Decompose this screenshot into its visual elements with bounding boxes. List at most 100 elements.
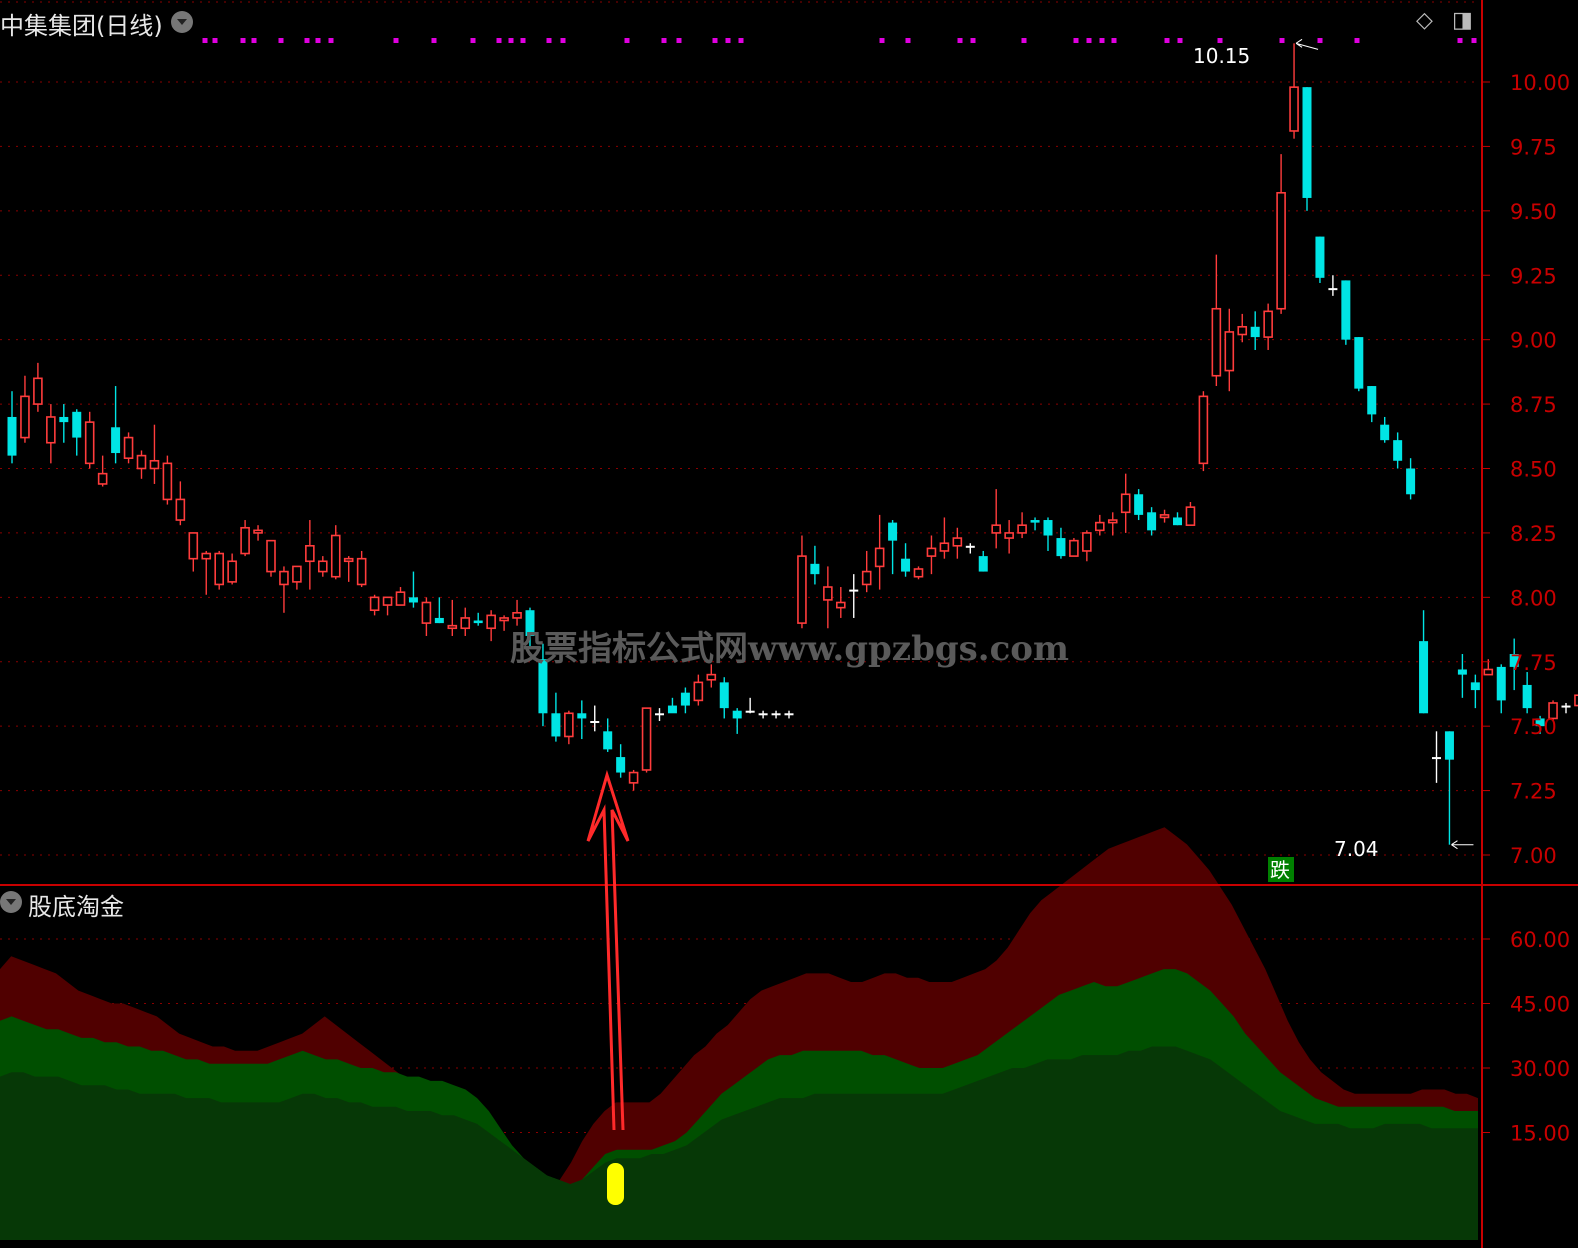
signal-dot [508, 38, 514, 43]
signal-dot [1217, 38, 1223, 43]
candle [771, 710, 781, 719]
signal-dot [315, 38, 321, 43]
candle [1302, 87, 1312, 211]
candle [926, 535, 937, 575]
candle [447, 599, 458, 636]
price-grid [0, 1, 1480, 856]
candle [590, 705, 600, 732]
signal-dot [1279, 38, 1285, 43]
arrow-up-icon [586, 769, 630, 1131]
candle [784, 710, 794, 719]
candle [1561, 702, 1571, 714]
y-tick-label: 30.00 [1510, 1057, 1570, 1081]
candle [1185, 501, 1196, 526]
indicator-areas [0, 827, 1478, 1240]
signal-dot [661, 38, 667, 43]
signal-dot [1021, 38, 1027, 43]
signal-dot [431, 38, 437, 43]
signal-dot [1317, 38, 1323, 43]
candle [460, 607, 471, 636]
candle [343, 556, 354, 582]
y-tick-label: 7.25 [1510, 780, 1557, 804]
signal-dot [1177, 38, 1183, 43]
candlesticks [7, 38, 1578, 850]
signal-dot [470, 38, 476, 43]
magenta-dots [202, 38, 1477, 43]
signal-dot [905, 38, 911, 43]
signal-dot [1471, 38, 1477, 43]
candle [874, 514, 885, 590]
y-tick-label: 60.00 [1510, 928, 1570, 952]
candle [473, 612, 483, 626]
signal-dot [1073, 38, 1079, 43]
candle [978, 550, 988, 572]
fall-badge: 跌 [1268, 857, 1294, 882]
candle [72, 409, 82, 456]
candle [7, 391, 17, 464]
signal-dot [1099, 38, 1105, 43]
signal-dot [240, 38, 246, 43]
candle [1289, 43, 1299, 139]
signal-dot [1457, 38, 1463, 43]
candle [1444, 731, 1454, 845]
candle [59, 404, 69, 443]
signal-dot [251, 38, 257, 43]
diamond-icon[interactable]: ◇ [1416, 8, 1433, 33]
candle [111, 386, 121, 464]
high-pointer [1295, 38, 1319, 50]
candle [84, 411, 95, 469]
candle [564, 710, 574, 745]
candle [939, 517, 950, 559]
signal-dot [879, 38, 885, 43]
candle [1470, 674, 1480, 709]
high-price-label: 10.15 [1193, 44, 1250, 68]
candle [499, 615, 509, 631]
fall-badge-text: 跌 [1270, 858, 1290, 882]
candle [1263, 303, 1273, 350]
candle [382, 596, 393, 616]
y-tick-label: 9.00 [1510, 329, 1557, 353]
candle [823, 566, 833, 629]
panel-toggle-icon[interactable]: ◨ [1452, 8, 1473, 33]
candle [369, 594, 380, 616]
signal-dot [1164, 38, 1170, 43]
signal-dot [1111, 38, 1117, 43]
candle [719, 677, 729, 719]
candle [356, 550, 367, 588]
y-tick-label: 8.75 [1510, 393, 1557, 417]
signal-dot [496, 38, 502, 43]
candle [227, 553, 237, 585]
candle [835, 587, 846, 618]
candle [1173, 512, 1182, 526]
signal-dot [712, 38, 718, 43]
signal-dot [560, 38, 566, 43]
candle [888, 520, 898, 575]
candle [292, 565, 302, 590]
y-tick-label: 9.50 [1510, 200, 1557, 224]
y-tick-label: 15.00 [1510, 1122, 1570, 1146]
candle [1159, 509, 1170, 523]
signal-dot [624, 38, 630, 43]
candle [1354, 337, 1364, 392]
candle [201, 550, 212, 595]
signal-dot [202, 38, 208, 43]
candle [1043, 517, 1053, 551]
candle [1419, 610, 1429, 714]
candle [1432, 731, 1441, 783]
signal-dot [725, 38, 731, 43]
candle [1341, 280, 1351, 345]
chevron-down-icon[interactable] [171, 11, 193, 33]
candle [758, 710, 768, 719]
chevron-down-icon[interactable] [0, 891, 22, 913]
signal-dot [393, 38, 399, 43]
candle [188, 532, 199, 572]
signal-dot [278, 38, 284, 43]
candle [680, 687, 690, 714]
low-pointer [1451, 840, 1474, 850]
candle [810, 545, 820, 585]
y-tick-label: 7.00 [1510, 844, 1557, 868]
signal-dot [304, 38, 310, 43]
candle [1224, 308, 1235, 392]
candle [616, 744, 626, 778]
candle [266, 539, 276, 577]
